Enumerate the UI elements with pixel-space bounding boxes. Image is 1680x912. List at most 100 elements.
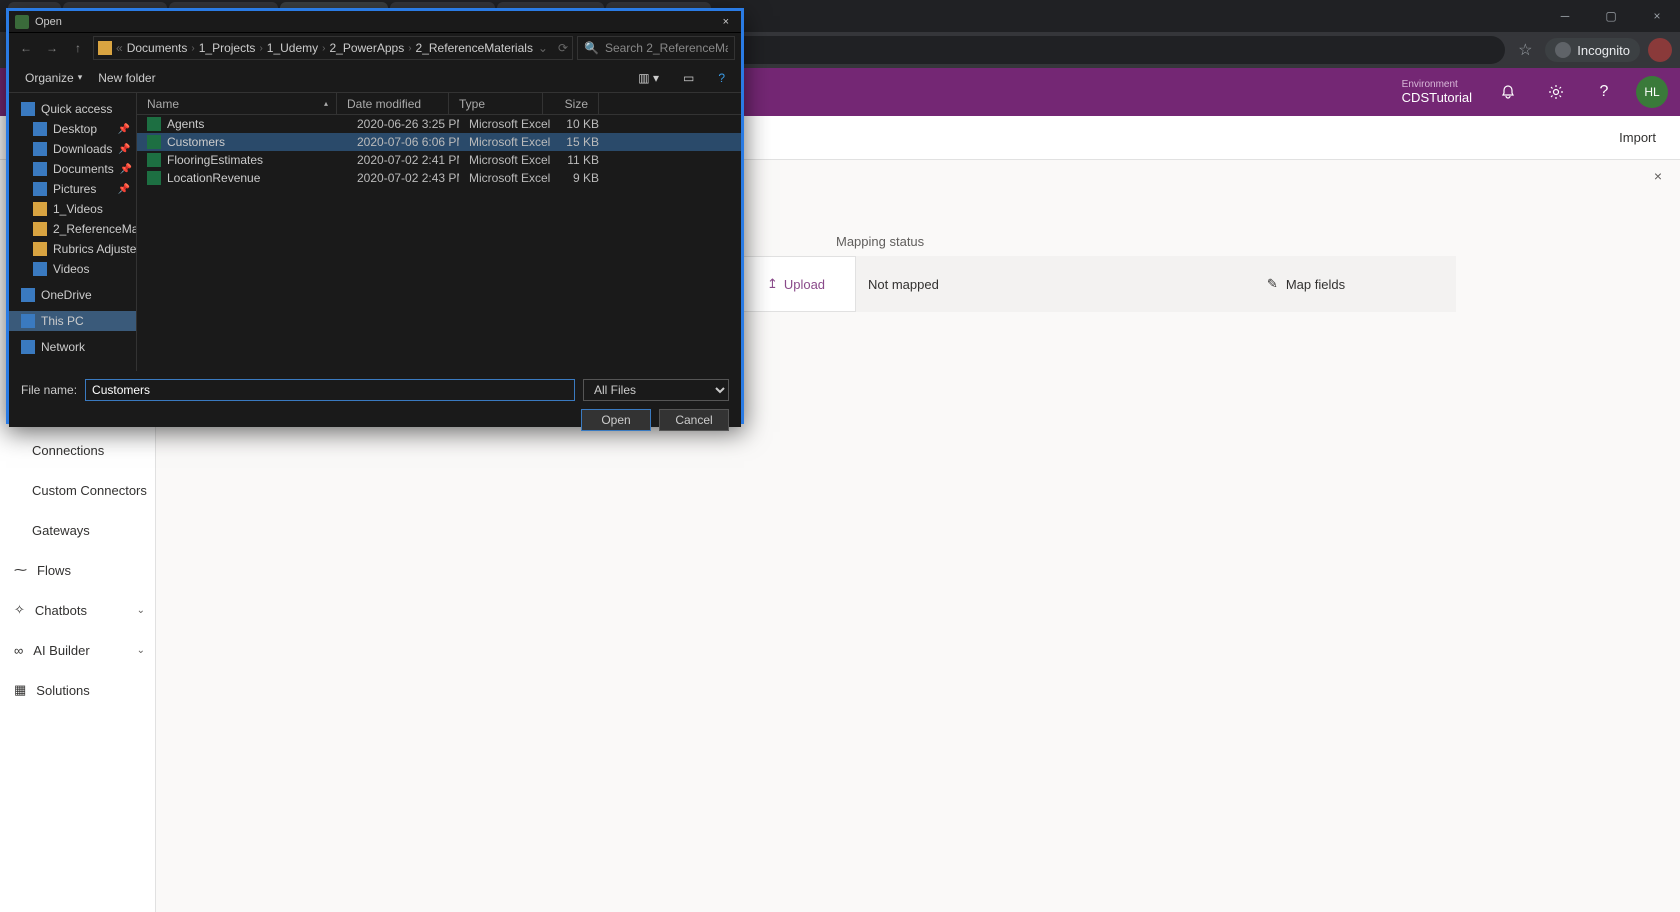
maximize-button[interactable]: ▢ (1588, 0, 1634, 32)
nav-forward-button[interactable]: → (41, 37, 63, 59)
col-header-date[interactable]: Date modified (337, 93, 449, 114)
desktop-icon (33, 122, 47, 136)
pencil-icon: ✎ (1267, 276, 1278, 292)
sidebar-item-gateways[interactable]: Gateways (0, 510, 155, 550)
chevron-down-icon[interactable]: ⌄ (538, 41, 548, 55)
file-open-dialog: Open × ← → ↑ « Documents› 1_Projects› 1_… (6, 8, 744, 424)
tree-videos1[interactable]: 1_Videos (9, 199, 136, 219)
close-window-button[interactable]: × (1634, 0, 1680, 32)
breadcrumb[interactable]: « Documents› 1_Projects› 1_Udemy› 2_Powe… (93, 36, 573, 60)
col-header-name[interactable]: Name▴ (137, 93, 337, 114)
incognito-badge[interactable]: Incognito (1545, 38, 1640, 62)
file-row-customers[interactable]: Customers 2020-07-06 6:06 PM Microsoft E… (137, 133, 741, 151)
file-row-flooring[interactable]: FlooringEstimates 2020-07-02 2:41 PM Mic… (137, 151, 741, 169)
pin-icon: 📌 (120, 164, 132, 175)
window-controls: ─ ▢ × (1542, 0, 1680, 32)
open-button[interactable]: Open (581, 409, 651, 431)
nav-up-button[interactable]: ↑ (67, 37, 89, 59)
crumb-reference[interactable]: 2_ReferenceMaterials (416, 41, 533, 55)
pin-icon: 📌 (118, 184, 130, 195)
solutions-icon: ▦ (14, 682, 26, 698)
refresh-icon[interactable]: ⟳ (558, 41, 568, 55)
search-placeholder: Search 2_ReferenceMaterials (605, 41, 728, 55)
mapping-status-value: Not mapped (856, 256, 1156, 312)
incognito-icon (1555, 42, 1571, 58)
upload-button[interactable]: ↥ Upload (736, 256, 856, 312)
dialog-nav-row: ← → ↑ « Documents› 1_Projects› 1_Udemy› … (9, 33, 741, 63)
file-row-location[interactable]: LocationRevenue 2020-07-02 2:43 PM Micro… (137, 169, 741, 187)
panel-close-button[interactable]: × (1654, 168, 1662, 184)
dialog-body: Quick access Desktop📌 Downloads📌 Documen… (9, 93, 741, 371)
cloud-icon (21, 288, 35, 302)
dialog-title: Open (35, 16, 62, 28)
crumb-documents[interactable]: Documents (127, 41, 188, 55)
help-button[interactable]: ? (710, 69, 733, 87)
crumb-udemy[interactable]: 1_Udemy (267, 41, 318, 55)
col-header-size[interactable]: Size (543, 93, 599, 114)
folder-icon (33, 202, 47, 216)
gear-icon[interactable] (1540, 76, 1572, 108)
folder-tree: Quick access Desktop📌 Downloads📌 Documen… (9, 93, 137, 371)
cancel-button[interactable]: Cancel (659, 409, 729, 431)
network-icon (21, 340, 35, 354)
star-icon (21, 102, 35, 116)
view-mode-button[interactable]: ▥ ▾ (630, 69, 667, 87)
profile-avatar[interactable] (1648, 38, 1672, 62)
excel-icon (147, 135, 161, 149)
sidebar-item-flows[interactable]: ⁓Flows (0, 550, 155, 590)
import-button[interactable]: Import (1619, 130, 1656, 145)
map-fields-button[interactable]: ✎ Map fields (1156, 256, 1456, 312)
upload-icon: ↥ (767, 276, 778, 292)
nav-back-button[interactable]: ← (15, 37, 37, 59)
tree-desktop[interactable]: Desktop📌 (9, 119, 136, 139)
excel-icon (147, 153, 161, 167)
chevron-down-icon: ⌄ (137, 645, 145, 656)
dialog-footer: File name: All Files Open Cancel (9, 371, 741, 427)
minimize-button[interactable]: ─ (1542, 0, 1588, 32)
crumb-projects[interactable]: 1_Projects (199, 41, 256, 55)
downloads-icon (33, 142, 47, 156)
crumb-powerapps[interactable]: 2_PowerApps (329, 41, 404, 55)
dialog-close-button[interactable]: × (717, 16, 735, 28)
tree-videos[interactable]: Videos (9, 259, 136, 279)
pin-icon: 📌 (118, 124, 130, 135)
tree-thispc[interactable]: This PC (9, 311, 136, 331)
tree-quick-access[interactable]: Quick access (9, 99, 136, 119)
search-icon: 🔍 (584, 41, 599, 55)
help-icon[interactable]: ? (1588, 76, 1620, 108)
file-list: Name▴ Date modified Type Size Agents 202… (137, 93, 741, 371)
tree-network[interactable]: Network (9, 337, 136, 357)
incognito-label: Incognito (1577, 43, 1630, 58)
tree-rubrics[interactable]: Rubrics Adjusted (9, 239, 136, 259)
user-avatar[interactable]: HL (1636, 76, 1668, 108)
dialog-search-input[interactable]: 🔍 Search 2_ReferenceMaterials (577, 36, 735, 60)
app-icon (15, 15, 29, 29)
environment-picker[interactable]: Environment CDSTutorial (1402, 79, 1472, 105)
filename-input[interactable] (85, 379, 575, 401)
sidebar-item-custom-connectors[interactable]: Custom Connectors (0, 470, 155, 510)
notifications-icon[interactable] (1492, 76, 1524, 108)
file-row-agents[interactable]: Agents 2020-06-26 3:25 PM Microsoft Exce… (137, 115, 741, 133)
sidebar-item-solutions[interactable]: ▦Solutions (0, 670, 155, 710)
sidebar-item-connections[interactable]: Connections (0, 430, 155, 470)
tree-documents[interactable]: Documents📌 (9, 159, 136, 179)
tree-pictures[interactable]: Pictures📌 (9, 179, 136, 199)
tree-onedrive[interactable]: OneDrive (9, 285, 136, 305)
star-icon[interactable]: ☆ (1513, 38, 1537, 62)
sidebar-item-chatbots[interactable]: ✧Chatbots⌄ (0, 590, 155, 630)
col-header-type[interactable]: Type (449, 93, 543, 114)
new-folder-button[interactable]: New folder (90, 69, 163, 87)
filetype-select[interactable]: All Files (583, 379, 729, 401)
pc-icon (21, 314, 35, 328)
preview-toggle-button[interactable]: ▭ (675, 69, 702, 87)
filename-label: File name: (21, 383, 77, 397)
organize-button[interactable]: Organize▾ (17, 69, 90, 87)
sidebar-item-aibuilder[interactable]: ∞AI Builder⌄ (0, 630, 155, 670)
chatbot-icon: ✧ (14, 602, 25, 618)
flow-icon: ⁓ (14, 562, 27, 578)
list-header: Name▴ Date modified Type Size (137, 93, 741, 115)
tree-ref[interactable]: 2_ReferenceMateria (9, 219, 136, 239)
tree-downloads[interactable]: Downloads📌 (9, 139, 136, 159)
excel-icon (147, 117, 161, 131)
folder-icon (33, 222, 47, 236)
